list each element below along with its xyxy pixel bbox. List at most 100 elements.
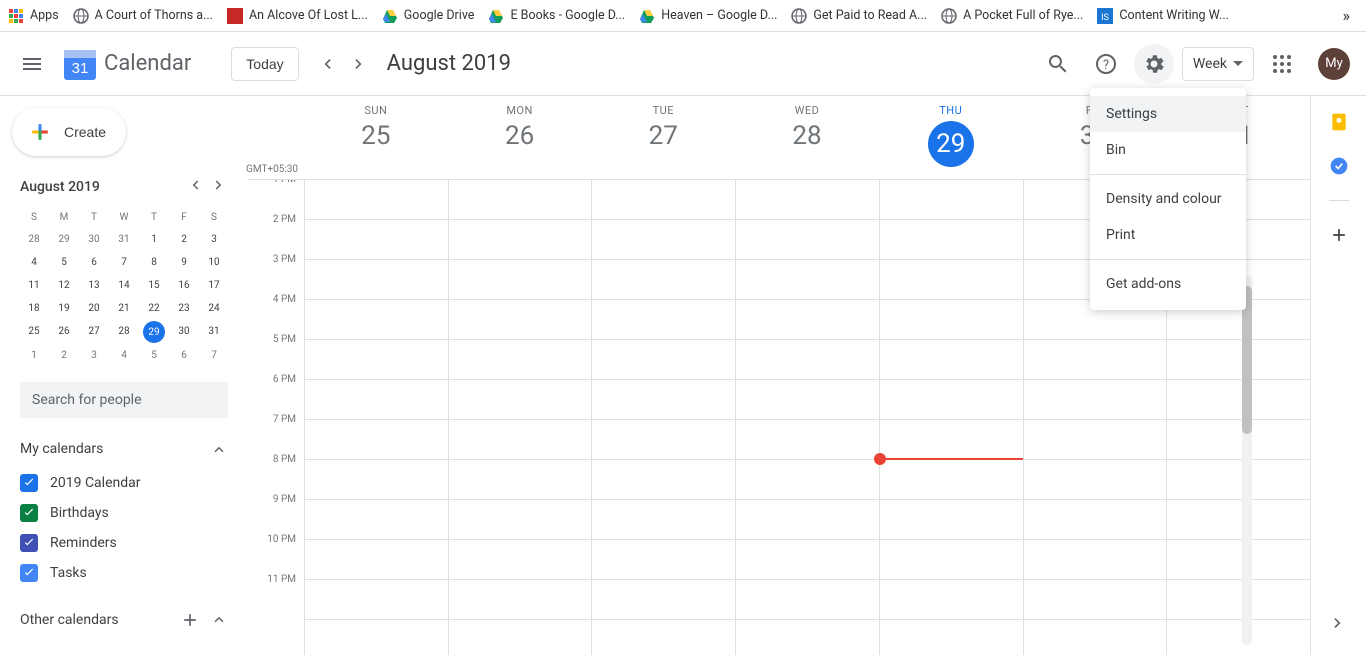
menu-item-density-and-colour[interactable]: Density and colour: [1090, 181, 1246, 217]
hour-cell[interactable]: [1024, 340, 1167, 380]
day-column[interactable]: [448, 180, 592, 655]
mini-day[interactable]: 6: [170, 345, 198, 366]
day-header[interactable]: TUE27: [591, 96, 735, 179]
view-selector[interactable]: Week: [1182, 47, 1254, 81]
hour-cell[interactable]: [305, 340, 448, 380]
hour-cell[interactable]: [880, 540, 1023, 580]
hour-cell[interactable]: [592, 180, 735, 220]
bookmark-item[interactable]: An Alcove Of Lost L...: [227, 8, 368, 24]
hour-cell[interactable]: [592, 260, 735, 300]
day-header[interactable]: WED28: [735, 96, 879, 179]
hour-cell[interactable]: [305, 540, 448, 580]
hour-cell[interactable]: [592, 220, 735, 260]
hour-cell[interactable]: [1024, 580, 1167, 620]
hour-cell[interactable]: [880, 260, 1023, 300]
other-calendars-toggle[interactable]: Other calendars: [20, 610, 228, 630]
mini-day[interactable]: 22: [140, 298, 168, 319]
hour-cell[interactable]: [1024, 460, 1167, 500]
mini-day[interactable]: 3: [80, 345, 108, 366]
hour-cell[interactable]: [305, 460, 448, 500]
hour-cell[interactable]: [880, 460, 1023, 500]
hour-cell[interactable]: [736, 500, 879, 540]
mini-day[interactable]: 3: [200, 229, 228, 250]
mini-day[interactable]: 30: [170, 321, 198, 343]
calendar-item[interactable]: Reminders: [20, 528, 228, 558]
mini-day[interactable]: 29: [143, 321, 165, 343]
mini-day[interactable]: 7: [110, 252, 138, 273]
hour-cell[interactable]: [880, 180, 1023, 220]
bookmark-item[interactable]: Heaven – Google D...: [639, 8, 777, 24]
mini-day[interactable]: 30: [80, 229, 108, 250]
mini-day[interactable]: 19: [50, 298, 78, 319]
hour-cell[interactable]: [880, 340, 1023, 380]
settings-button[interactable]: [1134, 44, 1174, 84]
hour-cell[interactable]: [449, 380, 592, 420]
mini-day[interactable]: 5: [140, 345, 168, 366]
hour-cell[interactable]: [592, 460, 735, 500]
bookmark-item[interactable]: Get Paid to Read A...: [791, 8, 927, 24]
hour-cell[interactable]: [449, 340, 592, 380]
mini-day[interactable]: 14: [110, 275, 138, 296]
bookmark-item[interactable]: E Books - Google D...: [488, 8, 625, 24]
hour-cell[interactable]: [1167, 340, 1310, 380]
day-column[interactable]: [879, 180, 1023, 655]
hour-cell[interactable]: [305, 420, 448, 460]
mini-day[interactable]: 18: [20, 298, 48, 319]
mini-day[interactable]: 20: [80, 298, 108, 319]
mini-day[interactable]: 6: [80, 252, 108, 273]
calendar-item[interactable]: 2019 Calendar: [20, 468, 228, 498]
mini-day[interactable]: 16: [170, 275, 198, 296]
main-menu-button[interactable]: [8, 40, 56, 88]
create-button[interactable]: Create: [12, 108, 126, 156]
hour-cell[interactable]: [1167, 420, 1310, 460]
hour-cell[interactable]: [305, 180, 448, 220]
mini-day[interactable]: 9: [170, 252, 198, 273]
help-button[interactable]: ?: [1086, 44, 1126, 84]
hour-cell[interactable]: [880, 500, 1023, 540]
hour-cell[interactable]: [449, 300, 592, 340]
hour-cell[interactable]: [449, 540, 592, 580]
mini-day[interactable]: 27: [80, 321, 108, 343]
mini-day[interactable]: 28: [20, 229, 48, 250]
bookmarks-more[interactable]: »: [1343, 6, 1359, 25]
hour-cell[interactable]: [880, 220, 1023, 260]
hour-cell[interactable]: [449, 260, 592, 300]
prev-period-button[interactable]: [311, 48, 343, 80]
add-icon[interactable]: [180, 610, 200, 630]
day-column[interactable]: [591, 180, 735, 655]
hour-cell[interactable]: [1167, 580, 1310, 620]
next-period-button[interactable]: [343, 48, 375, 80]
mini-day[interactable]: 10: [200, 252, 228, 273]
hour-cell[interactable]: [736, 180, 879, 220]
menu-item-bin[interactable]: Bin: [1090, 132, 1246, 168]
today-button[interactable]: Today: [231, 47, 298, 81]
hour-cell[interactable]: [592, 540, 735, 580]
mini-day[interactable]: 8: [140, 252, 168, 273]
collapse-panel-button[interactable]: [1328, 613, 1348, 637]
calendar-item[interactable]: Birthdays: [20, 498, 228, 528]
hour-cell[interactable]: [592, 500, 735, 540]
add-addon-icon[interactable]: [1329, 225, 1349, 245]
mini-day[interactable]: 7: [200, 345, 228, 366]
hour-cell[interactable]: [305, 220, 448, 260]
hour-cell[interactable]: [736, 580, 879, 620]
mini-day[interactable]: 4: [110, 345, 138, 366]
hour-cell[interactable]: [880, 420, 1023, 460]
hour-cell[interactable]: [880, 380, 1023, 420]
hour-cell[interactable]: [736, 460, 879, 500]
search-people-input[interactable]: Search for people: [20, 382, 228, 418]
menu-item-print[interactable]: Print: [1090, 217, 1246, 253]
mini-day[interactable]: 17: [200, 275, 228, 296]
day-header[interactable]: MON26: [448, 96, 592, 179]
bookmark-item[interactable]: Google Drive: [382, 8, 475, 24]
hour-cell[interactable]: [736, 540, 879, 580]
hour-cell[interactable]: [880, 300, 1023, 340]
hour-cell[interactable]: [736, 340, 879, 380]
menu-item-get-add-ons[interactable]: Get add-ons: [1090, 266, 1246, 302]
mini-day[interactable]: 15: [140, 275, 168, 296]
day-column[interactable]: [304, 180, 448, 655]
hour-cell[interactable]: [449, 420, 592, 460]
hour-cell[interactable]: [736, 260, 879, 300]
bookmark-item[interactable]: A Pocket Full of Rye...: [941, 8, 1083, 24]
day-header[interactable]: SUN25: [304, 96, 448, 179]
